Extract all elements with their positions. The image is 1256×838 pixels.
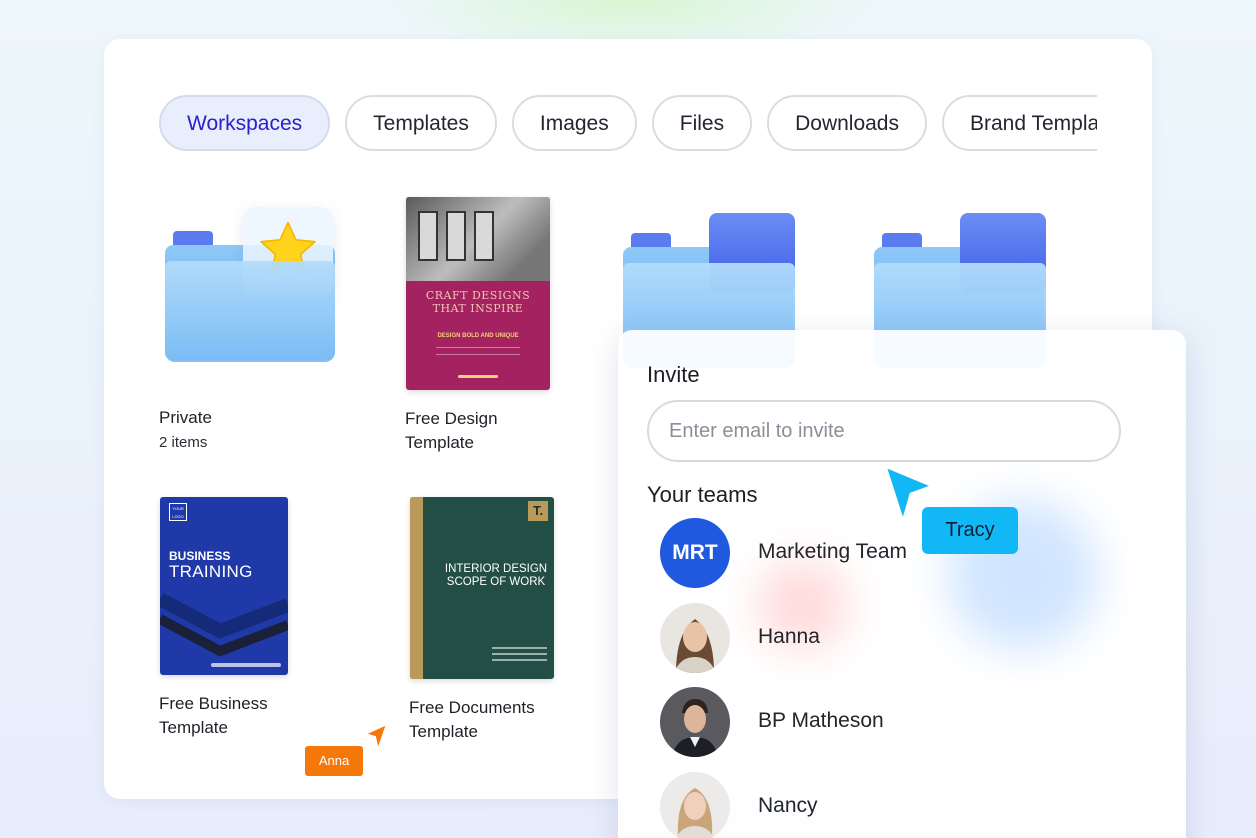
avatar (660, 687, 730, 757)
item-name: Free Documents Template (409, 698, 535, 741)
item-name: Private (159, 408, 212, 427)
member-name: Marketing Team (758, 540, 908, 563)
free-business-item[interactable]: Free Business Template (159, 692, 289, 740)
member-name: Hanna (758, 625, 820, 648)
free-design-item[interactable]: Free Design Template (405, 407, 525, 455)
tab-workspaces[interactable]: Workspaces (159, 95, 331, 151)
chevron-graphic (160, 592, 288, 657)
avatar (660, 772, 730, 838)
invite-panel: Invite Your teams MRT Marketing Team Han… (618, 330, 1186, 838)
invite-title: Invite (647, 362, 700, 387)
private-folder-icon[interactable] (165, 207, 335, 362)
tab-images[interactable]: Images (511, 95, 637, 151)
tracy-cursor-label: Tracy (922, 507, 1018, 554)
avatar: MRT (660, 518, 730, 588)
item-name: Free Business Template (159, 694, 268, 737)
tab-bar: Workspaces Templates Images Files Downloads B… (159, 95, 1097, 155)
tab-brand-templates[interactable]: Brand Templates (942, 95, 1097, 151)
thumb-line2: TRAINING (169, 562, 253, 581)
thumb-line1: BUSINESS (169, 549, 231, 563)
tab-downloads[interactable]: Downloads (767, 95, 927, 151)
free-business-thumbnail[interactable]: YOUR LOGO BUSINESS TRAINING (160, 497, 288, 675)
anna-cursor-icon (364, 723, 388, 751)
free-design-thumbnail[interactable]: CRAFT DESIGNS THAT INSPIRE DESIGN BOLD A… (406, 197, 550, 390)
item-name: Free Design Template (405, 409, 498, 452)
thumb-badge: T. (528, 501, 548, 521)
thumb-tagline: DESIGN BOLD AND UNIQUE (437, 333, 519, 339)
tab-files[interactable]: Files (651, 95, 753, 151)
email-invite-input[interactable] (647, 400, 1121, 462)
thumb-headline: CRAFT DESIGNS THAT INSPIRE (425, 289, 531, 315)
free-documents-thumbnail[interactable]: T. INTERIOR DESIGN SCOPE OF WORK (410, 497, 554, 679)
anna-cursor-label: Anna (305, 746, 363, 776)
thumb-logo: YOUR LOGO (169, 503, 187, 521)
member-name: BP Matheson (758, 709, 884, 732)
tab-templates[interactable]: Templates (345, 95, 497, 151)
private-item[interactable]: Private 2 items (159, 406, 212, 451)
avatar (660, 603, 730, 673)
free-documents-item[interactable]: Free Documents Template (409, 696, 559, 744)
photo-placeholder (406, 197, 550, 281)
teams-heading: Your teams (647, 482, 758, 507)
thumb-title: INTERIOR DESIGN SCOPE OF WORK (444, 563, 548, 588)
member-name: Nancy (758, 794, 818, 817)
item-count: 2 items (159, 434, 208, 451)
